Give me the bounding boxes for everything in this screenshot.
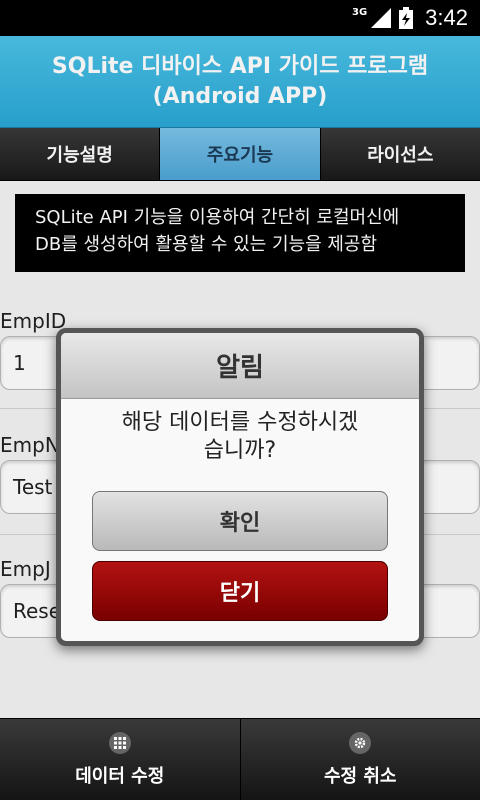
dialog-title: 알림: [61, 333, 419, 399]
close-button[interactable]: 닫기: [92, 561, 388, 621]
grid-icon: [108, 731, 131, 754]
network-type: 3G: [352, 6, 368, 18]
status-bar: 3G 3:42: [0, 0, 480, 36]
battery-icon: [399, 7, 414, 29]
bottom-toolbar: 데이터 수정 수정 취소: [0, 718, 480, 800]
cancel-edit-label: 수정 취소: [323, 765, 397, 787]
dialog-message-line: 습니까?: [203, 438, 277, 463]
dialog-message: 해당 데이터를 수정하시겠 습니까?: [61, 399, 419, 465]
dialog-message-line: 해당 데이터를 수정하시겠: [121, 410, 359, 435]
cancel-edit-button[interactable]: 수정 취소: [241, 719, 480, 800]
clock: 3:42: [425, 5, 468, 30]
alert-dialog: 알림 해당 데이터를 수정하시겠 습니까? 확인 닫기: [56, 328, 424, 646]
gear-icon: [349, 731, 372, 754]
signal-icon: [371, 8, 392, 28]
edit-data-button[interactable]: 데이터 수정: [0, 719, 241, 800]
edit-data-label: 데이터 수정: [75, 765, 165, 787]
confirm-button[interactable]: 확인: [92, 491, 388, 551]
